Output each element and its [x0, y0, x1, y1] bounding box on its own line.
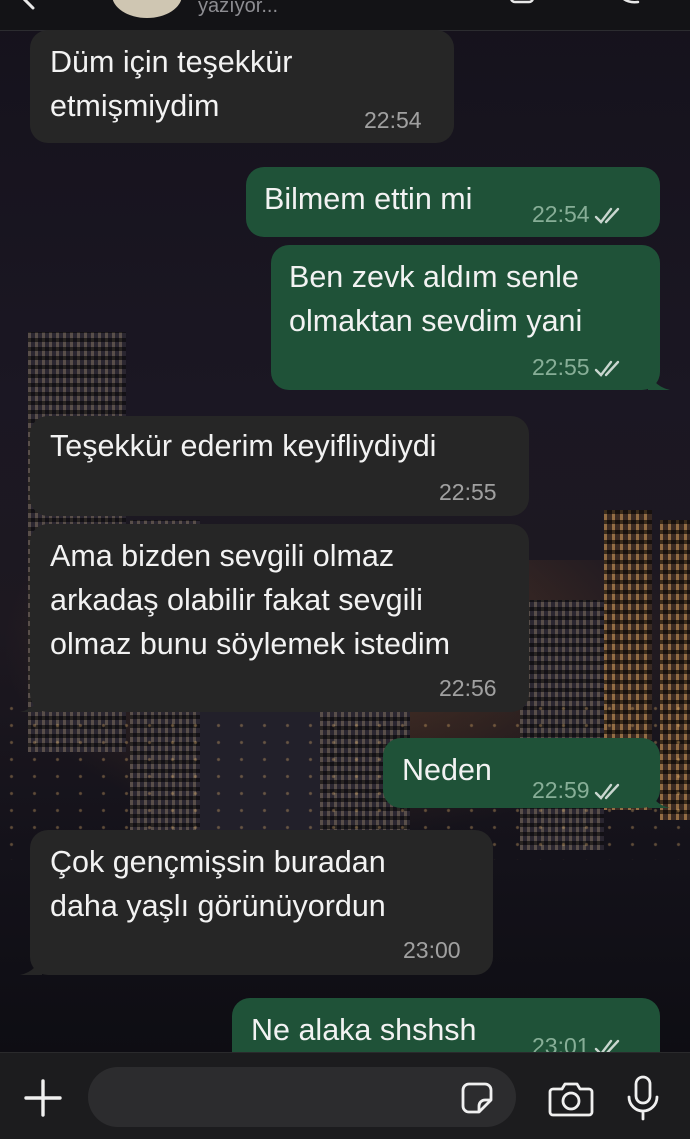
message-time: 22:56 — [439, 675, 497, 701]
chat-header: yazıyor... — [0, 0, 690, 31]
message-time: 22:55 — [439, 479, 497, 505]
read-ticks-icon — [594, 783, 619, 800]
contact-avatar[interactable] — [112, 0, 182, 18]
message-text: Düm için teşekkür etmişmiydim — [50, 45, 293, 123]
message-meta: 22:59 — [532, 776, 626, 804]
bubble-tail — [648, 786, 670, 808]
message-text: Ben zevk aldım senle olmaktan sevdim yan… — [289, 260, 583, 338]
typing-status: yazıyor... — [198, 0, 279, 17]
bubble-tail — [20, 953, 42, 975]
message-time: 22:54 — [364, 107, 422, 133]
message-time: 22:55 — [532, 354, 590, 380]
message-time: 23:00 — [403, 937, 461, 963]
message-text: Teşekkür ederim keyifliydiydi — [50, 429, 437, 463]
sticker-icon[interactable] — [460, 1081, 494, 1115]
bubble-tail — [648, 368, 670, 390]
read-ticks-icon — [594, 207, 619, 224]
message-meta: 22:54 — [532, 200, 626, 228]
bubble-tail — [20, 690, 42, 712]
read-ticks-icon — [594, 1039, 619, 1052]
phone-call-icon[interactable] — [612, 0, 640, 6]
message-time: 22:59 — [532, 777, 590, 803]
message-text: Neden — [402, 753, 492, 787]
microphone-icon[interactable] — [626, 1075, 660, 1121]
incoming-message[interactable]: Ama bizden sevgili olmaz arkadaş olabili… — [20, 524, 529, 712]
outgoing-message[interactable]: Ben zevk aldım senle olmaktan sevdim yan… — [271, 245, 670, 390]
message-time: 23:01 — [532, 1033, 590, 1052]
incoming-message[interactable]: Düm için teşekkür etmişmiydim 22:54 — [30, 30, 454, 143]
message-text: Ama bizden sevgili olmaz arkadaş olabili… — [50, 539, 451, 661]
camera-icon[interactable] — [548, 1079, 594, 1117]
outgoing-message[interactable]: Ne alaka shshsh 23:01 — [232, 998, 660, 1052]
outgoing-message[interactable]: Bilmem ettin mi 22:54 — [246, 167, 660, 237]
incoming-message[interactable]: Çok gençmişsin buradan daha yaşlı görünü… — [20, 830, 493, 975]
message-time: 22:54 — [532, 201, 590, 227]
message-text: Ne alaka shshsh — [251, 1013, 477, 1047]
message-meta: 23:01 — [532, 1032, 626, 1052]
message-meta: 22:55 — [532, 353, 626, 381]
message-input[interactable] — [88, 1067, 516, 1127]
message-thread[interactable]: Düm için teşekkür etmişmiydim 22:54 Bilm… — [0, 30, 690, 1052]
plus-icon[interactable] — [22, 1077, 64, 1119]
video-call-icon[interactable] — [510, 0, 542, 4]
incoming-message[interactable]: Teşekkür ederim keyifliydiydi 22:55 — [30, 416, 529, 516]
read-ticks-icon — [594, 360, 619, 377]
outgoing-message[interactable]: Neden 22:59 — [383, 738, 670, 808]
message-text: Bilmem ettin mi — [264, 182, 473, 216]
back-chevron-icon[interactable] — [18, 0, 40, 10]
message-composer — [0, 1052, 690, 1139]
message-text: Çok gençmişsin buradan daha yaşlı görünü… — [50, 845, 386, 923]
